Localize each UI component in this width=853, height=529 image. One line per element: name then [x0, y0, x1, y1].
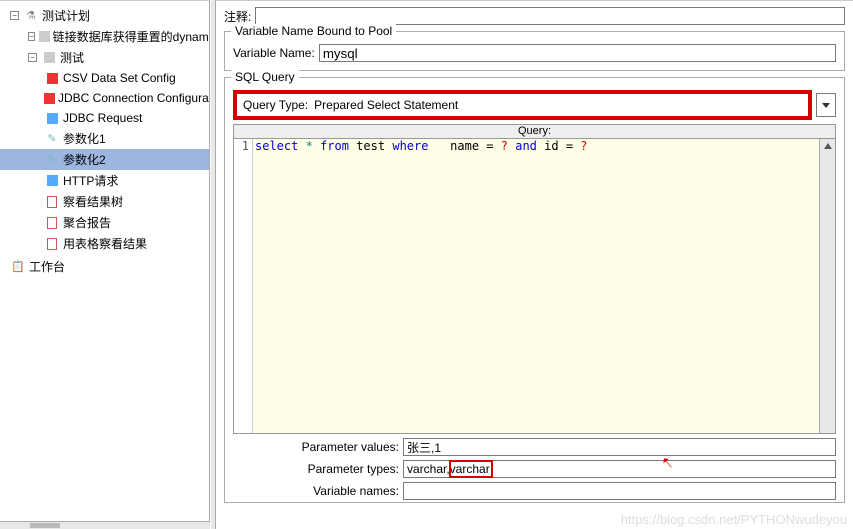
workbench-icon: 📋	[10, 259, 26, 275]
param-types-label: Parameter types:	[233, 462, 403, 476]
code-area[interactable]: select * from test where name = ? and id…	[252, 139, 819, 433]
thread-icon	[39, 29, 50, 45]
tree-panel[interactable]: − ⚗ 测试计划 − 链接数据库获得重置的dynamic − 测试 CSV Da…	[0, 0, 210, 529]
tree-label: HTTP请求	[63, 172, 118, 189]
param-values-input[interactable]	[403, 438, 836, 456]
scroll-up-icon	[824, 143, 832, 149]
tree-label: JDBC Connection Configurati	[58, 91, 210, 105]
config-icon	[44, 90, 55, 106]
comment-label: 注释:	[224, 8, 251, 25]
tree-item-param2[interactable]: ✎ 参数化2	[0, 149, 209, 170]
tree-label: 工作台	[29, 258, 65, 275]
listener-icon	[44, 194, 60, 210]
tree-item-test[interactable]: − 测试	[0, 47, 209, 68]
tree-item-table-results[interactable]: 用表格察看结果	[0, 233, 209, 254]
sampler-icon	[44, 173, 60, 189]
collapse-icon[interactable]: −	[10, 11, 19, 20]
sql-query-title: SQL Query	[231, 70, 299, 84]
tree-label: 测试	[60, 49, 84, 66]
query-type-dropdown[interactable]	[816, 93, 836, 117]
tree-label: 参数化1	[63, 130, 106, 147]
tree-label: 察看结果树	[63, 193, 123, 210]
tree-item-param1[interactable]: ✎ 参数化1	[0, 128, 209, 149]
sampler-icon	[44, 110, 60, 126]
variable-pool-fieldset: Variable Name Bound to Pool Variable Nam…	[224, 31, 845, 71]
variable-name-label: Variable Name:	[233, 46, 315, 60]
config-icon	[44, 70, 60, 86]
tree-item-csv[interactable]: CSV Data Set Config	[0, 68, 209, 88]
tree-label: 用表格察看结果	[63, 235, 147, 252]
tree-label: JDBC Request	[63, 111, 142, 125]
vertical-scrollbar[interactable]	[819, 139, 835, 433]
query-header: Query:	[234, 125, 835, 139]
tree-item-aggregate[interactable]: 聚合报告	[0, 212, 209, 233]
tree-item-results-tree[interactable]: 察看结果树	[0, 191, 209, 212]
query-editor[interactable]: Query: 1 select * from test where name =…	[233, 124, 836, 434]
variable-pool-title: Variable Name Bound to Pool	[231, 24, 396, 38]
sql-query-fieldset: SQL Query Query Type: Prepared Select St…	[224, 77, 845, 503]
comment-input[interactable]	[255, 7, 845, 25]
collapse-icon[interactable]: −	[28, 53, 37, 62]
thread-icon	[41, 50, 57, 66]
query-type-highlight: Query Type: Prepared Select Statement	[233, 90, 812, 120]
variable-names-label: Variable names:	[233, 484, 403, 498]
pre-icon: ✎	[44, 131, 60, 147]
right-panel: 注释: Variable Name Bound to Pool Variable…	[216, 0, 853, 529]
flask-icon: ⚗	[23, 8, 39, 24]
tree-label: 链接数据库获得重置的dynamic	[53, 28, 210, 45]
tree-root-test-plan[interactable]: − ⚗ 测试计划	[0, 5, 209, 26]
tree-item-db-link[interactable]: − 链接数据库获得重置的dynamic	[0, 26, 209, 47]
tree-label: 聚合报告	[63, 214, 111, 231]
tree-item-jdbc-request[interactable]: JDBC Request	[0, 108, 209, 128]
listener-icon	[44, 236, 60, 252]
tree-label: 测试计划	[42, 7, 90, 24]
pre-icon: ✎	[44, 152, 60, 168]
tree-label: 参数化2	[63, 151, 106, 168]
collapse-icon[interactable]: −	[28, 32, 35, 41]
gutter: 1	[234, 139, 252, 433]
tree-label: CSV Data Set Config	[63, 71, 176, 85]
query-type-label: Query Type:	[243, 98, 308, 112]
chevron-down-icon	[822, 103, 830, 108]
query-type-value: Prepared Select Statement	[312, 98, 802, 112]
bottom-scrollbar[interactable]	[0, 521, 210, 529]
tree-item-jdbc-config[interactable]: JDBC Connection Configurati	[0, 88, 209, 108]
param-values-label: Parameter values:	[233, 440, 403, 454]
variable-name-input[interactable]	[319, 44, 836, 62]
param-types-input[interactable]	[403, 460, 836, 478]
variable-names-input[interactable]	[403, 482, 836, 500]
listener-icon	[44, 215, 60, 231]
tree-workbench[interactable]: 📋 工作台	[0, 256, 209, 277]
tree-item-http[interactable]: HTTP请求	[0, 170, 209, 191]
